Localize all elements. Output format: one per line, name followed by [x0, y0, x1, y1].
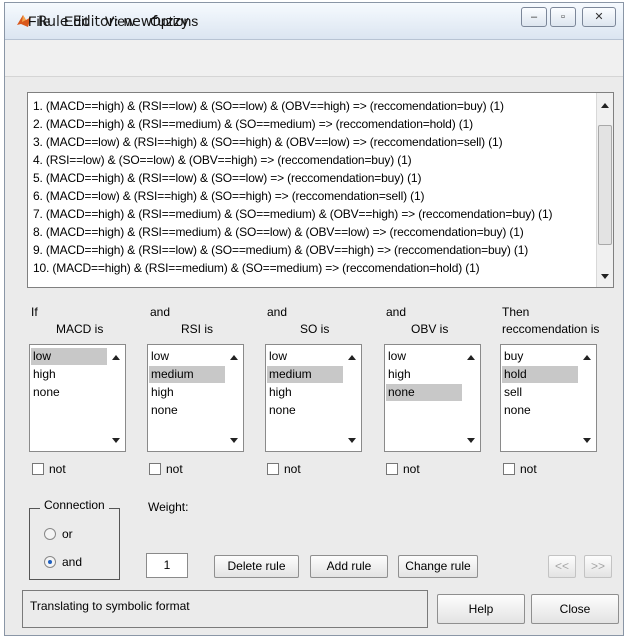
minimize-button[interactable]: – — [521, 7, 547, 27]
close-icon: ✕ — [594, 11, 604, 23]
not-label: not — [166, 462, 183, 476]
reccomendation-listbox[interactable]: buy hold sell none — [500, 344, 597, 452]
list-item[interactable]: none — [149, 402, 225, 419]
menu-bar — [5, 40, 623, 77]
rule-item[interactable]: 5. (MACD==high) & (RSI==low) & (SO==low)… — [33, 171, 421, 185]
maximize-icon: ▫ — [561, 11, 565, 23]
minimize-icon: – — [530, 11, 538, 23]
rule-item[interactable]: 1. (MACD==high) & (RSI==low) & (SO==low)… — [33, 99, 504, 113]
list-item[interactable]: low — [267, 348, 343, 365]
menu-file[interactable]: File — [28, 13, 51, 29]
close-window-button[interactable]: ✕ — [582, 7, 616, 27]
rule-item[interactable]: 2. (MACD==high) & (RSI==medium) & (SO==m… — [33, 117, 473, 131]
list-item[interactable]: medium — [267, 366, 343, 383]
list-item[interactable]: hold — [502, 366, 578, 383]
delete-rule-button[interactable]: Delete rule — [214, 555, 299, 578]
help-button[interactable]: Help — [437, 594, 525, 624]
scroll-down-icon[interactable] — [601, 274, 609, 279]
list-item[interactable]: none — [31, 384, 107, 401]
add-rule-button[interactable]: Add rule — [310, 555, 388, 578]
col-label-macd: MACD is — [56, 322, 104, 336]
rule-item[interactable]: 3. (MACD==low) & (RSI==high) & (SO==high… — [33, 135, 503, 149]
scroll-down-icon[interactable] — [230, 438, 238, 443]
scroll-thumb[interactable] — [598, 125, 612, 245]
col-prefix-so: and — [267, 305, 288, 319]
not-label: not — [284, 462, 301, 476]
radio-or-label: or — [62, 527, 73, 541]
radio-and-label: and — [62, 555, 83, 569]
so-listbox[interactable]: low medium high none — [265, 344, 362, 452]
weight-input[interactable]: 1 — [146, 553, 188, 578]
list-item[interactable]: low — [386, 348, 462, 365]
scroll-up-icon[interactable] — [467, 355, 475, 360]
col-prefix-obv: and — [386, 305, 407, 319]
list-item[interactable]: low — [31, 348, 107, 365]
menu-view[interactable]: View — [105, 13, 135, 29]
not-label: not — [49, 462, 66, 476]
rule-item[interactable]: 8. (MACD==high) & (RSI==medium) & (SO==l… — [33, 225, 524, 239]
rule-item[interactable]: 7. (MACD==high) & (RSI==medium) & (SO==m… — [33, 207, 553, 221]
not-checkbox-macd[interactable] — [32, 463, 44, 475]
col-label-so: SO is — [300, 322, 330, 336]
not-checkbox-rsi[interactable] — [149, 463, 161, 475]
list-item[interactable]: sell — [502, 384, 578, 401]
menu-edit[interactable]: Edit — [64, 13, 88, 29]
scroll-down-icon[interactable] — [348, 438, 356, 443]
radio-selected-icon — [48, 560, 52, 564]
scroll-up-icon[interactable] — [601, 103, 609, 108]
prev-button[interactable]: << — [548, 555, 576, 578]
rsi-listbox[interactable]: low medium high none — [147, 344, 244, 452]
list-item[interactable]: high — [31, 366, 107, 383]
col-prefix-output: Then — [502, 305, 530, 319]
list-item[interactable]: low — [149, 348, 225, 365]
col-label-obv: OBV is — [411, 322, 449, 336]
not-label: not — [403, 462, 420, 476]
not-checkbox-obv[interactable] — [386, 463, 398, 475]
col-prefix-rsi: and — [150, 305, 171, 319]
status-text: Translating to symbolic format — [30, 599, 190, 613]
connection-title: Connection — [40, 498, 109, 512]
scroll-down-icon[interactable] — [112, 438, 120, 443]
change-rule-button[interactable]: Change rule — [398, 555, 478, 578]
col-label-rsi: RSI is — [181, 322, 214, 336]
not-checkbox-reccomendation[interactable] — [503, 463, 515, 475]
scroll-up-icon[interactable] — [230, 355, 238, 360]
list-item[interactable]: high — [386, 366, 462, 383]
scroll-up-icon[interactable] — [348, 355, 356, 360]
not-checkbox-so[interactable] — [267, 463, 279, 475]
macd-listbox[interactable]: low high none — [29, 344, 126, 452]
scroll-up-icon[interactable] — [583, 355, 591, 360]
rule-item[interactable]: 10. (MACD==high) & (RSI==medium) & (SO==… — [33, 261, 480, 275]
rules-scrollbar[interactable] — [596, 93, 613, 287]
rule-item[interactable]: 6. (MACD==low) & (RSI==high) & (SO==high… — [33, 189, 424, 203]
list-item[interactable]: high — [149, 384, 225, 401]
list-item[interactable]: buy — [502, 348, 578, 365]
obv-listbox[interactable]: low high none — [384, 344, 481, 452]
not-label: not — [520, 462, 537, 476]
list-item[interactable]: none — [502, 402, 578, 419]
maximize-button[interactable]: ▫ — [550, 7, 576, 27]
rule-item[interactable]: 4. (RSI==low) & (SO==low) & (OBV==high) … — [33, 153, 412, 167]
scroll-down-icon[interactable] — [583, 438, 591, 443]
next-button[interactable]: >> — [584, 555, 612, 578]
connection-group — [29, 508, 120, 580]
col-label-reccomendation: reccomendation is — [502, 322, 600, 336]
col-prefix-macd: If — [31, 305, 38, 319]
close-button[interactable]: Close — [531, 594, 619, 624]
rule-item[interactable]: 9. (MACD==high) & (RSI==low) & (SO==medi… — [33, 243, 528, 257]
list-item[interactable]: none — [386, 384, 462, 401]
scroll-up-icon[interactable] — [112, 355, 120, 360]
scroll-down-icon[interactable] — [467, 438, 475, 443]
list-item[interactable]: none — [267, 402, 343, 419]
weight-label: Weight: — [148, 500, 189, 514]
menu-options[interactable]: Options — [150, 13, 198, 29]
rules-listbox[interactable]: 1. (MACD==high) & (RSI==low) & (SO==low)… — [27, 92, 614, 288]
radio-or[interactable] — [44, 528, 56, 540]
list-item[interactable]: medium — [149, 366, 225, 383]
radio-and[interactable] — [44, 556, 56, 568]
list-item[interactable]: high — [267, 384, 343, 401]
